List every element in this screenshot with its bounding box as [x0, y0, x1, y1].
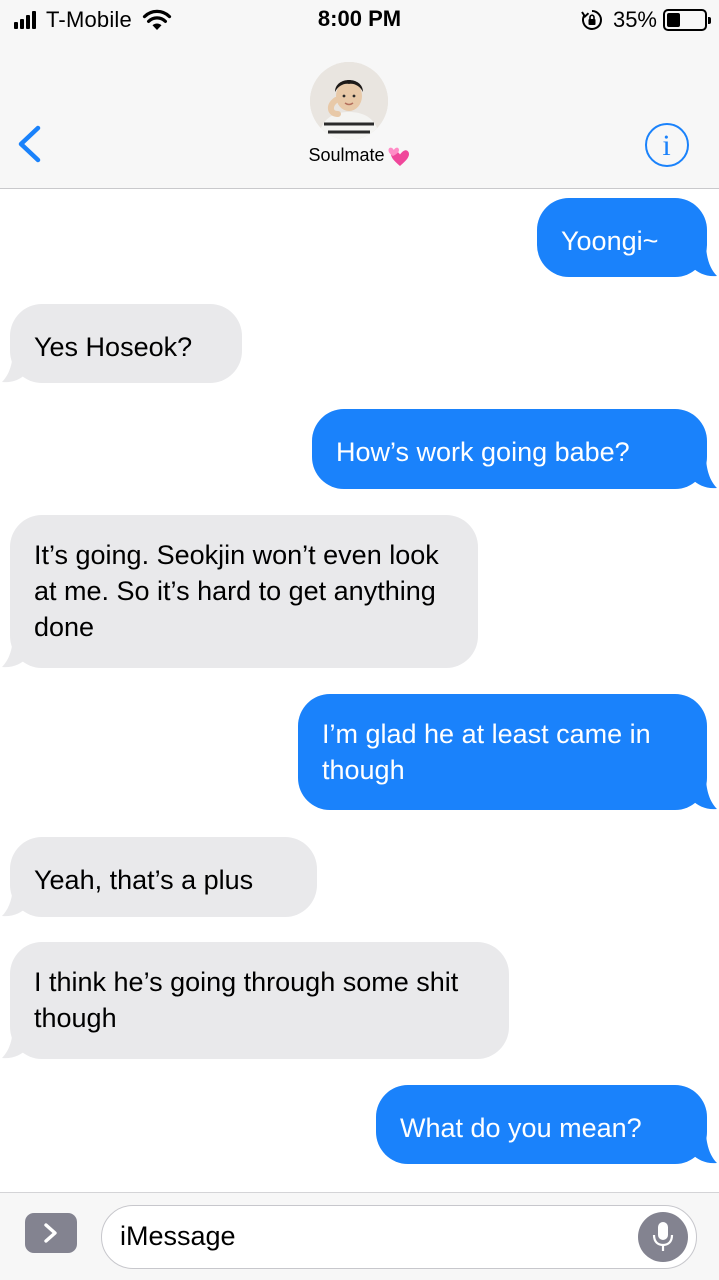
message-input[interactable]: iMessage: [101, 1205, 697, 1269]
message-text: How’s work going babe?: [336, 437, 630, 467]
sent-message[interactable]: Yoongi~: [537, 198, 707, 277]
bubble-tail: [690, 1134, 717, 1164]
bubble-tail: [2, 638, 29, 668]
sent-message[interactable]: How’s work going babe?: [312, 409, 707, 489]
dictation-button[interactable]: [638, 1212, 688, 1262]
message-thread[interactable]: Yoongi~ Yes Hoseok? How’s work going bab…: [0, 190, 719, 1192]
message-text: Yoongi~: [561, 226, 659, 256]
info-button[interactable]: i: [645, 123, 689, 167]
sent-message[interactable]: What do you mean?: [376, 1085, 707, 1164]
bubble-tail: [690, 247, 717, 277]
message-text: Yes Hoseok?: [34, 332, 193, 362]
message-text: Yeah, that’s a plus: [34, 865, 254, 895]
contact-name[interactable]: Soulmate: [0, 145, 719, 167]
bubble-tail: [690, 780, 717, 810]
contact-avatar[interactable]: [310, 62, 388, 140]
battery-percent: 35%: [612, 7, 657, 32]
apps-expand-button[interactable]: [25, 1213, 77, 1253]
avatar-photo: [310, 62, 388, 140]
heart-emoji: [388, 147, 409, 167]
bubble-tail: [2, 1029, 29, 1059]
bubble-tail: [690, 459, 717, 489]
sent-message[interactable]: I’m glad he at least came in though: [298, 694, 707, 810]
battery-icon: [663, 9, 711, 31]
microphone-icon: [652, 1222, 674, 1251]
contact-name-text: Soulmate: [308, 145, 385, 165]
rotation-lock-icon: [581, 10, 602, 30]
received-message[interactable]: I think he’s going through some shit tho…: [10, 942, 509, 1059]
message-input-placeholder: iMessage: [120, 1221, 236, 1251]
message-text: What do you mean?: [400, 1113, 642, 1143]
conversation-header: Soulmate i: [0, 40, 719, 189]
bubble-tail: [2, 887, 29, 917]
received-message[interactable]: Yes Hoseok?: [10, 304, 242, 383]
message-text: I’m glad he at least came in though: [322, 719, 651, 785]
message-text: It’s going. Seokjin won’t even look at m…: [34, 540, 439, 642]
received-message[interactable]: Yeah, that’s a plus: [10, 837, 317, 917]
status-right: 35%: [581, 6, 711, 34]
info-icon: i: [662, 129, 671, 162]
compose-bar: iMessage: [0, 1192, 719, 1280]
status-bar: T-Mobile 8:00 PM 35%: [0, 0, 719, 40]
received-message[interactable]: It’s going. Seokjin won’t even look at m…: [10, 515, 478, 668]
chevron-right-icon: [44, 1223, 57, 1243]
battery-level: [667, 13, 680, 27]
bubble-tail: [2, 353, 29, 383]
message-text: I think he’s going through some shit tho…: [34, 967, 459, 1033]
